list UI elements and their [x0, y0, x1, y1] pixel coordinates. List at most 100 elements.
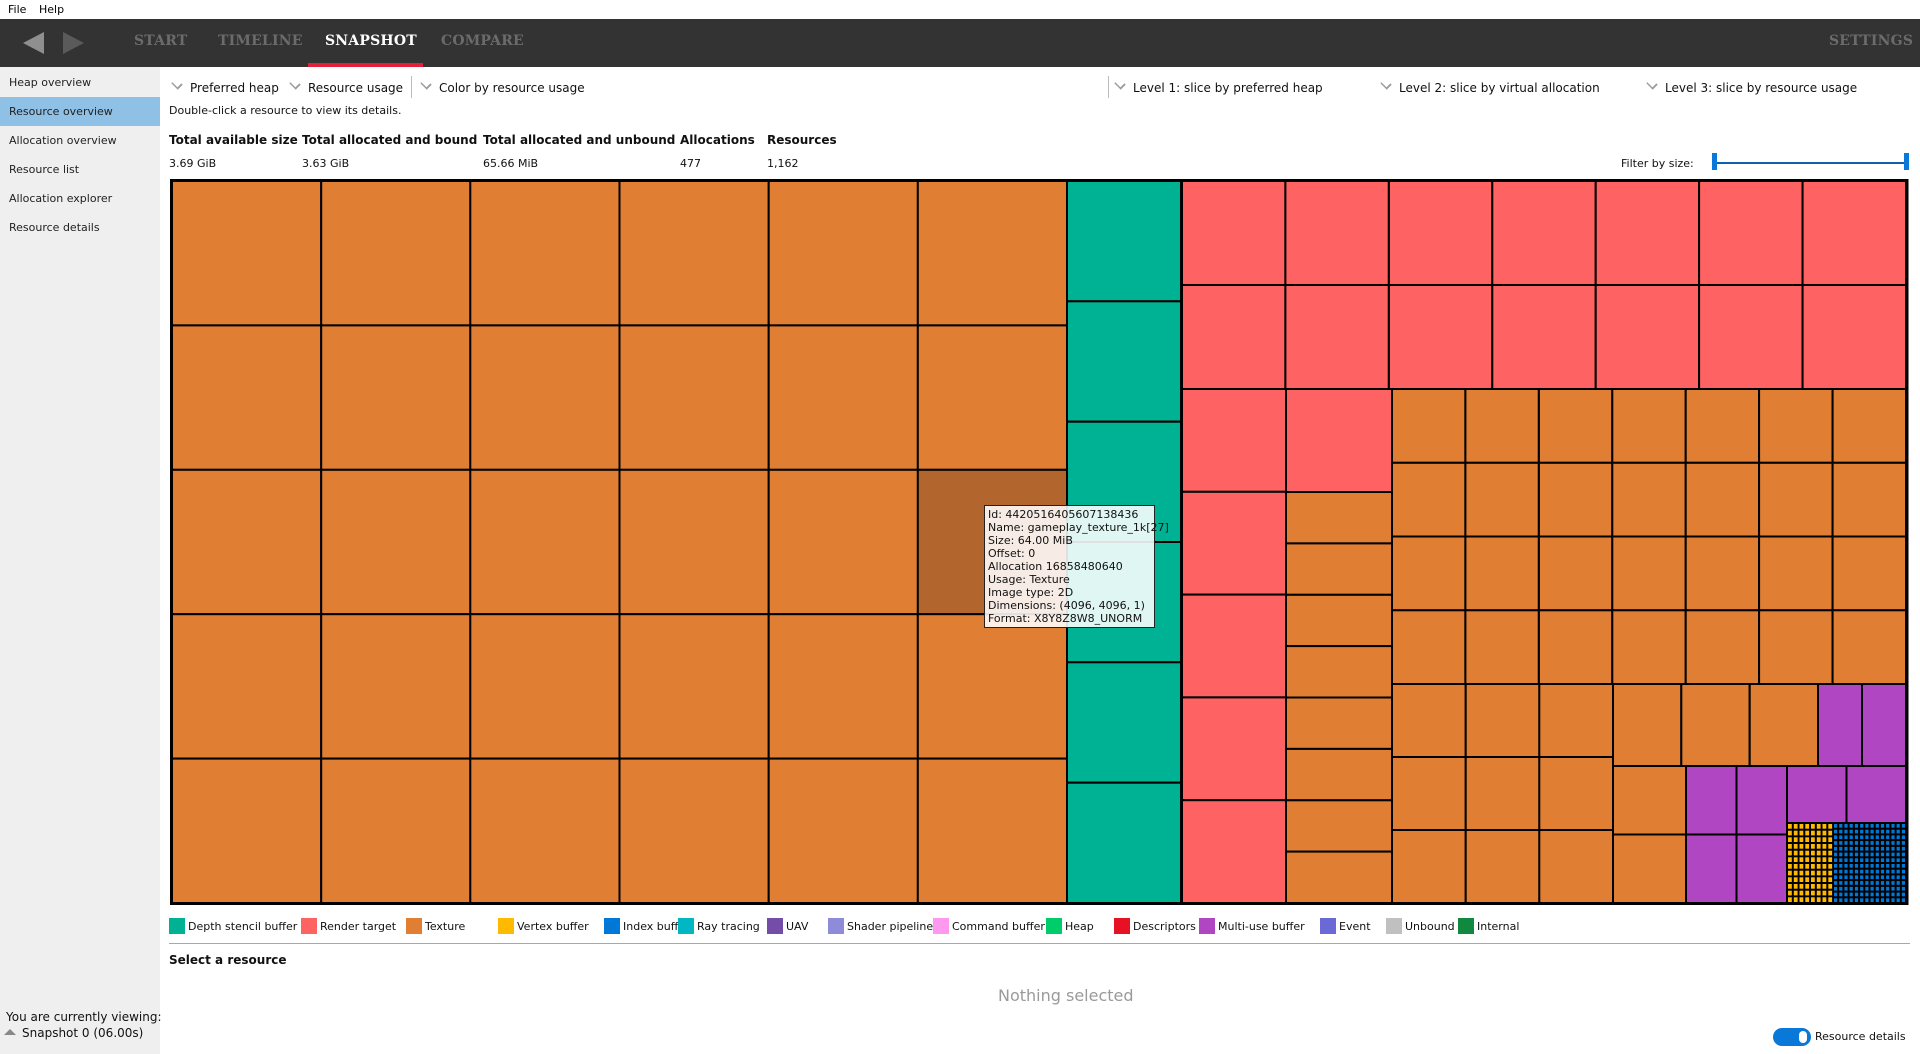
treemap-cell-index-buffer[interactable]	[1865, 886, 1869, 891]
treemap-cell-index-buffer[interactable]	[1865, 869, 1869, 874]
treemap-cell-vertex-buffer[interactable]	[1793, 830, 1798, 836]
treemap-cell-index-buffer[interactable]	[1860, 892, 1864, 897]
treemap-cell-index-buffer[interactable]	[1880, 858, 1885, 862]
treemap-cell-index-buffer[interactable]	[1839, 875, 1843, 880]
treemap-cell-vertex-buffer[interactable]	[1793, 837, 1798, 842]
treemap-cell-index-buffer[interactable]	[1891, 898, 1895, 902]
treemap-cell-index-buffer[interactable]	[1901, 858, 1905, 862]
treemap-cell-index-buffer[interactable]	[1870, 835, 1874, 840]
treemap-cell-texture[interactable]	[767, 613, 919, 760]
treemap-cell-index-buffer[interactable]	[1870, 841, 1874, 845]
treemap-cell-vertex-buffer[interactable]	[1816, 830, 1821, 836]
treemap-cell-index-buffer[interactable]	[1854, 858, 1859, 862]
treemap-cell-index-buffer[interactable]	[1854, 881, 1859, 885]
treemap-cell-texture[interactable]	[1684, 461, 1761, 538]
treemap-cell-vertex-buffer[interactable]	[1793, 897, 1798, 902]
treemap-cell-index-buffer[interactable]	[1844, 886, 1848, 891]
treemap-cell-index-buffer[interactable]	[1860, 846, 1864, 851]
treemap-cell-vertex-buffer[interactable]	[1805, 844, 1810, 849]
treemap-cell-texture[interactable]	[1612, 765, 1687, 836]
treemap-cell-texture[interactable]	[618, 757, 770, 904]
treemap-cell-texture[interactable]	[1391, 756, 1467, 831]
treemap-cell-vertex-buffer[interactable]	[1822, 857, 1827, 862]
treemap-cell-index-buffer[interactable]	[1901, 841, 1905, 845]
treemap-cell-vertex-buffer[interactable]	[1799, 897, 1804, 902]
treemap-cell-vertex-buffer[interactable]	[1811, 824, 1815, 829]
treemap-cell-vertex-buffer[interactable]	[1799, 857, 1804, 862]
treemap-cell-multi-use-buffer[interactable]	[1817, 683, 1863, 767]
treemap-cell-index-buffer[interactable]	[1875, 824, 1879, 828]
treemap-cell-index-buffer[interactable]	[1891, 886, 1895, 891]
treemap-cell-render-target[interactable]	[1801, 180, 1907, 286]
treemap-cell-index-buffer[interactable]	[1886, 835, 1890, 840]
treemap-cell-index-buffer[interactable]	[1834, 881, 1838, 885]
treemap-cell-index-buffer[interactable]	[1839, 886, 1843, 891]
treemap-cell-index-buffer[interactable]	[1896, 869, 1900, 874]
treemap-cell-index-buffer[interactable]	[1891, 864, 1895, 868]
treemap-cell-texture[interactable]	[1538, 756, 1615, 831]
treemap-cell-vertex-buffer[interactable]	[1805, 830, 1810, 836]
treemap-cell-index-buffer[interactable]	[1865, 898, 1869, 902]
treemap-cell-texture[interactable]	[1611, 388, 1687, 464]
treemap-cell-index-buffer[interactable]	[1854, 829, 1859, 834]
treemap-cell-texture[interactable]	[1464, 829, 1541, 904]
treemap-cell-render-target[interactable]	[1181, 284, 1287, 390]
treemap-cell-index-buffer[interactable]	[1901, 824, 1905, 828]
treemap-cell-texture[interactable]	[1831, 535, 1907, 612]
treemap-cell-index-buffer[interactable]	[1865, 846, 1869, 851]
treemap-cell-vertex-buffer[interactable]	[1811, 884, 1815, 889]
treemap-cell-index-buffer[interactable]	[1891, 858, 1895, 862]
treemap-cell-index-buffer[interactable]	[1844, 858, 1848, 862]
treemap-cell-index-buffer[interactable]	[1849, 875, 1853, 880]
treemap-cell-vertex-buffer[interactable]	[1793, 864, 1798, 869]
treemap-cell-index-buffer[interactable]	[1849, 858, 1853, 862]
treemap-cell-texture[interactable]	[916, 324, 1068, 471]
treemap-cell-index-buffer[interactable]	[1901, 886, 1905, 891]
treemap-cell-index-buffer[interactable]	[1870, 869, 1874, 874]
treemap-cell-index-buffer[interactable]	[1860, 852, 1864, 857]
treemap-cell-vertex-buffer[interactable]	[1828, 897, 1833, 902]
treemap-cell-vertex-buffer[interactable]	[1816, 884, 1821, 889]
treemap-cell-vertex-buffer[interactable]	[1799, 884, 1804, 889]
treemap-cell-vertex-buffer[interactable]	[1822, 870, 1827, 876]
treemap-cell-vertex-buffer[interactable]	[1788, 844, 1792, 849]
treemap-cell-texture[interactable]	[469, 613, 621, 760]
treemap-cell-index-buffer[interactable]	[1839, 869, 1843, 874]
treemap-cell-vertex-buffer[interactable]	[1822, 864, 1827, 869]
treemap-cell-texture[interactable]	[171, 468, 323, 616]
treemap-cell-texture[interactable]	[1537, 388, 1614, 464]
resource-details-toggle[interactable]	[1773, 1028, 1811, 1046]
treemap-cell-index-buffer[interactable]	[1860, 898, 1864, 902]
treemap-cell-texture[interactable]	[1464, 388, 1540, 464]
treemap-cell-index-buffer[interactable]	[1860, 858, 1864, 862]
treemap-cell-index-buffer[interactable]	[1875, 852, 1879, 857]
treemap-cell-vertex-buffer[interactable]	[1816, 890, 1821, 896]
treemap-cell-index-buffer[interactable]	[1860, 869, 1864, 874]
treemap-cell-vertex-buffer[interactable]	[1805, 877, 1810, 882]
treemap-cell-texture[interactable]	[1748, 683, 1819, 767]
treemap-cell-index-buffer[interactable]	[1891, 881, 1895, 885]
treemap-cell-render-target[interactable]	[1801, 284, 1907, 390]
treemap-cell-vertex-buffer[interactable]	[1811, 844, 1815, 849]
treemap-cell-vertex-buffer[interactable]	[1788, 837, 1792, 842]
treemap-cell-index-buffer[interactable]	[1839, 881, 1843, 885]
treemap-cell-texture[interactable]	[1684, 388, 1761, 464]
treemap-cell-vertex-buffer[interactable]	[1822, 850, 1827, 856]
treemap-cell-vertex-buffer[interactable]	[1788, 897, 1792, 902]
treemap-cell-index-buffer[interactable]	[1875, 858, 1879, 862]
treemap-cell-index-buffer[interactable]	[1875, 875, 1879, 880]
treemap-cell-index-buffer[interactable]	[1896, 892, 1900, 897]
treemap-cell-texture[interactable]	[1285, 696, 1393, 750]
treemap-cell-index-buffer[interactable]	[1839, 898, 1843, 902]
treemap-cell-render-target[interactable]	[1387, 180, 1494, 286]
treemap-cell-index-buffer[interactable]	[1839, 864, 1843, 868]
treemap-cell-index-buffer[interactable]	[1865, 892, 1869, 897]
treemap-cell-vertex-buffer[interactable]	[1805, 850, 1810, 856]
treemap-cell-index-buffer[interactable]	[1875, 864, 1879, 868]
treemap-cell-vertex-buffer[interactable]	[1816, 850, 1821, 856]
treemap-cell-index-buffer[interactable]	[1870, 875, 1874, 880]
treemap-cell-render-target[interactable]	[1181, 388, 1287, 493]
treemap-cell-texture[interactable]	[171, 180, 323, 327]
treemap-cell-index-buffer[interactable]	[1880, 824, 1885, 828]
treemap-cell-vertex-buffer[interactable]	[1828, 864, 1833, 869]
